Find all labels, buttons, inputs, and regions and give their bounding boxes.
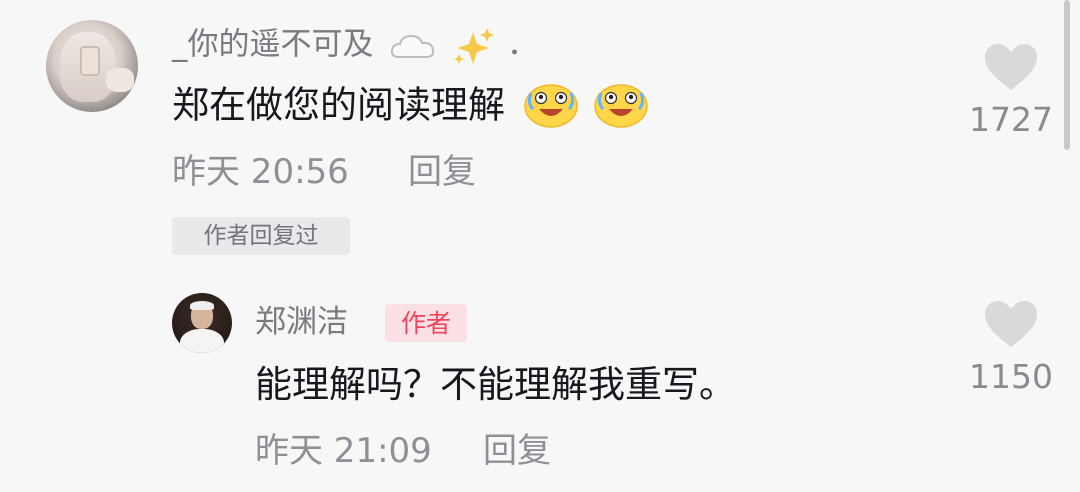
- laugh-cry-emoji: [593, 84, 648, 128]
- scrollbar[interactable]: [1064, 0, 1070, 150]
- author-replied-badge[interactable]: 作者回复过: [172, 217, 350, 255]
- reply-reply-button[interactable]: 回复: [483, 434, 551, 468]
- reply-like-count: 1150: [969, 357, 1053, 396]
- avatar-hair: [190, 301, 214, 310]
- comment-username-trail: ．: [507, 26, 539, 63]
- comment-like-count: 1727: [969, 100, 1053, 139]
- avatar-shirt: [180, 329, 224, 353]
- comment-time: 昨天 20:56: [172, 152, 349, 192]
- laugh-cry-emoji: [524, 84, 578, 128]
- avatar[interactable]: [46, 20, 138, 112]
- reply-text[interactable]: 能理解吗？不能理解我重写。: [255, 366, 736, 403]
- comment-username-text: _你的遥不可及: [172, 26, 374, 63]
- author-tag: 作者: [385, 304, 467, 342]
- reply-username[interactable]: 郑渊洁: [255, 307, 348, 338]
- cloud-icon: [391, 34, 435, 58]
- heart-icon[interactable]: [983, 299, 1039, 349]
- sparkles-icon: [454, 28, 495, 64]
- reply-avatar[interactable]: [172, 293, 232, 353]
- reply-time: 昨天 21:09: [255, 431, 432, 471]
- comment-username[interactable]: _你的遥不可及 ．: [172, 26, 538, 66]
- comment-text-body: 郑在做您的阅读理解: [172, 83, 505, 127]
- heart-icon[interactable]: [983, 42, 1039, 92]
- comment-reply-button[interactable]: 回复: [408, 155, 476, 189]
- avatar-hand: [106, 68, 134, 92]
- avatar-phone: [80, 46, 100, 76]
- comment-text[interactable]: 郑在做您的阅读理解: [172, 83, 649, 129]
